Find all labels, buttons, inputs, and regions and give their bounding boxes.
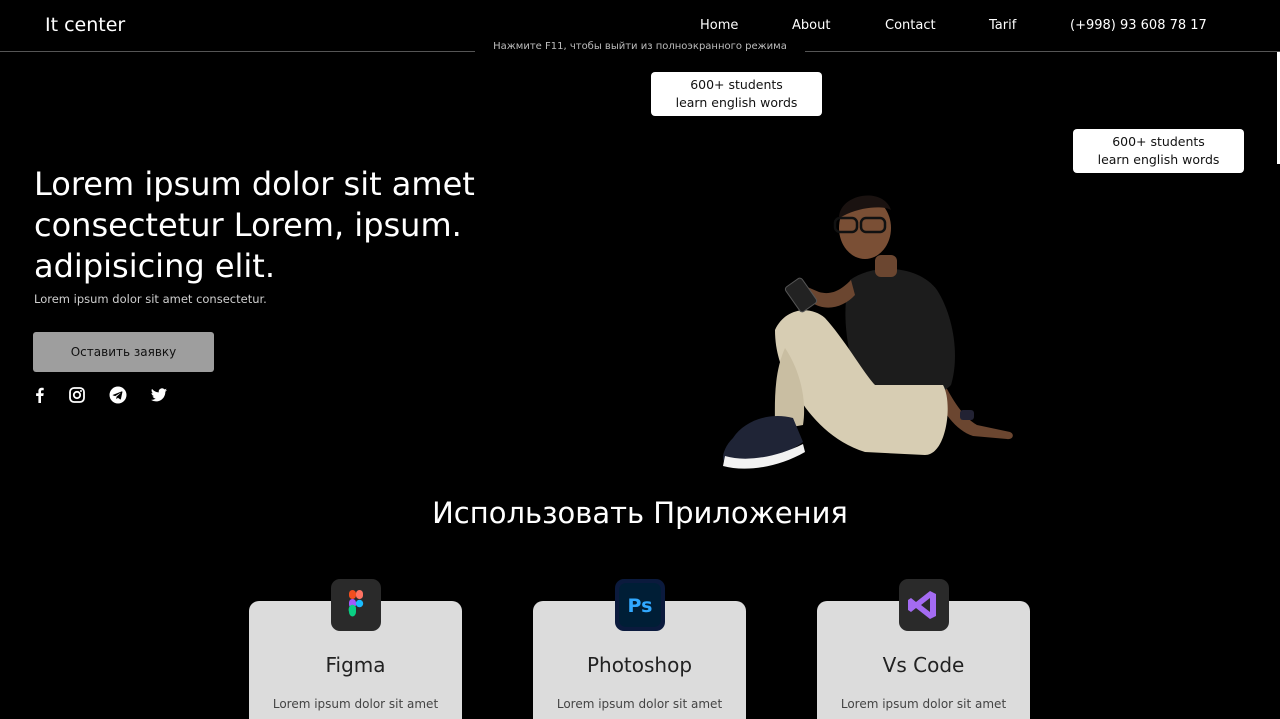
telegram-icon[interactable]	[109, 386, 127, 404]
fullscreen-hint: Нажмите F11, чтобы выйти из полноэкранно…	[475, 40, 805, 60]
stat-card-line2: learn english words	[675, 95, 798, 110]
hero-subtitle: Lorem ipsum dolor sit amet consectetur.	[34, 292, 267, 306]
site-logo[interactable]: It center	[45, 14, 125, 36]
stat-card: 600+ students learn english words	[651, 72, 822, 116]
stat-card-line1: 600+ students	[1112, 134, 1205, 149]
app-card-desc: Lorem ipsum dolor sit amet	[840, 697, 1007, 711]
app-card-desc: Lorem ipsum dolor sit amet	[556, 697, 723, 711]
stat-card-line1: 600+ students	[690, 77, 783, 92]
app-card-name: Photoshop	[586, 653, 693, 677]
app-card-desc: Lorem ipsum dolor sit amet	[272, 697, 439, 711]
figma-icon	[331, 579, 381, 631]
student-illustration	[723, 195, 1013, 469]
nav-home[interactable]: Home	[700, 18, 738, 33]
nav-tarif[interactable]: Tarif	[989, 18, 1016, 33]
apps-section-title: Использовать Приложения	[432, 496, 848, 530]
vscode-icon	[899, 579, 949, 631]
svg-text:Ps: Ps	[628, 595, 653, 617]
stat-card: 600+ students learn english words	[1073, 129, 1244, 173]
nav-about[interactable]: About	[792, 18, 830, 33]
nav-contact[interactable]: Contact	[885, 18, 936, 33]
photoshop-icon: Ps	[615, 579, 665, 631]
request-button[interactable]: Оставить заявку	[33, 332, 214, 372]
app-card-name: Vs Code	[882, 653, 965, 677]
hero-title: Lorem ipsum dolor sit amet consectetur L…	[34, 165, 475, 285]
facebook-icon[interactable]	[31, 386, 49, 404]
nav-phone[interactable]: (+998) 93 608 78 17	[1070, 18, 1207, 33]
twitter-icon[interactable]	[150, 386, 168, 404]
stat-card-line2: learn english words	[1097, 152, 1220, 167]
app-card-name: Figma	[325, 653, 386, 677]
instagram-icon[interactable]	[68, 386, 86, 404]
